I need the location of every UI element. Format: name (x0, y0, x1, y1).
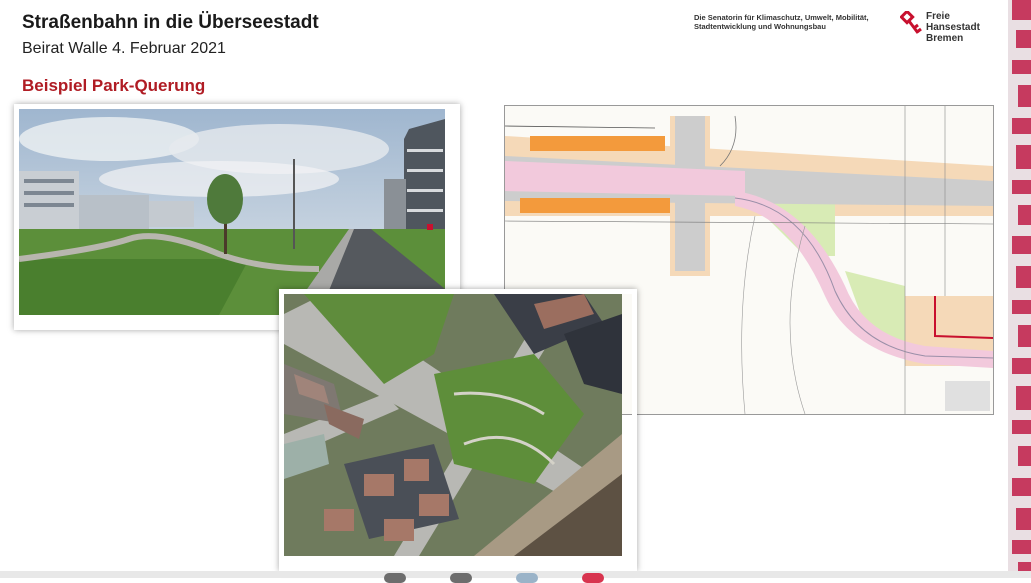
street-photo-image (19, 109, 445, 315)
presentation-slide: Straßenbahn in die Überseestadt Beirat W… (0, 0, 1008, 578)
toolbar-button-3[interactable] (516, 573, 538, 583)
logo-text: Freie Hansestadt Bremen (926, 11, 980, 44)
section-heading: Beispiel Park-Querung (22, 76, 206, 95)
toolbar-button-4[interactable] (582, 573, 604, 583)
logo-line-3: Bremen (926, 33, 964, 44)
toolbar-button-2[interactable] (450, 573, 472, 583)
decor-pattern (1008, 0, 1031, 578)
slide-title: Straßenbahn in die Überseestadt (22, 12, 319, 33)
bremen-logo: Freie Hansestadt Bremen (899, 9, 990, 51)
bremen-key-icon (899, 9, 922, 34)
logo-line-2: Hansestadt (926, 22, 980, 33)
sender-info: Die Senatorin für Klimaschutz, Umwelt, M… (694, 13, 899, 31)
slide-subtitle: Beirat Walle 4. Februar 2021 (22, 40, 226, 57)
sender-line-2: Stadtentwicklung und Wohnungsbau (694, 22, 826, 31)
toolbar-button-1[interactable] (384, 573, 406, 583)
aerial-photo-image (284, 294, 622, 556)
sender-line-1: Die Senatorin für Klimaschutz, Umwelt, M… (694, 13, 869, 22)
aerial-photo (279, 289, 637, 571)
logo-line-1: Freie (926, 11, 950, 22)
side-decor-strip (1008, 0, 1031, 578)
